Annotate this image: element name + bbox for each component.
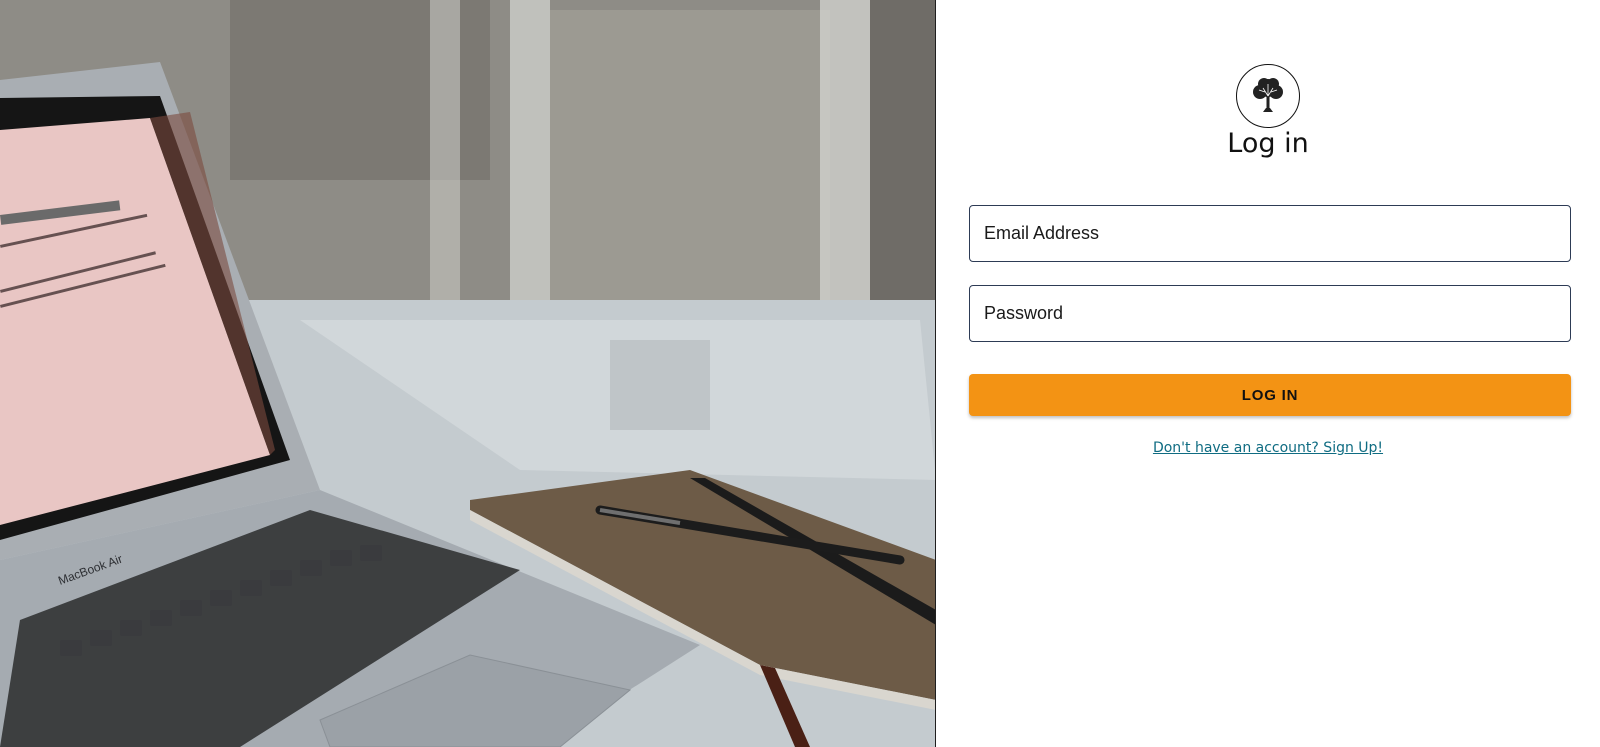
login-page: MacBook Air Log in Email Address LOG IN … [0,0,1600,747]
hero-photo: MacBook Air [0,0,936,747]
password-input[interactable] [984,303,1570,324]
login-panel: Log in LOG IN Don't have an account? Sig… [936,0,1600,747]
tree-icon [1236,64,1300,128]
email-input[interactable] [984,223,1570,244]
login-button[interactable]: LOG IN [969,374,1571,416]
page-title: Log in [1227,128,1309,159]
signup-link[interactable]: Don't have an account? Sign Up! [1153,440,1383,456]
signup-link-row: Don't have an account? Sign Up! [936,440,1600,456]
email-field[interactable] [969,205,1571,262]
password-field[interactable] [969,285,1571,342]
